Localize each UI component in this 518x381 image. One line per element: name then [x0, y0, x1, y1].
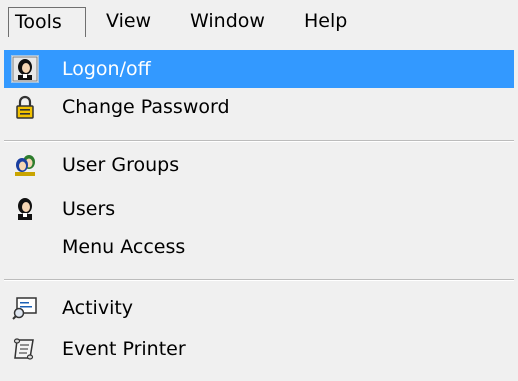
menu-tools[interactable]: Tools	[8, 7, 86, 37]
activity-monitor-icon	[12, 295, 38, 321]
menu-item-event-printer[interactable]: Event Printer	[4, 330, 514, 368]
menu-view-label: View	[106, 10, 152, 32]
menu-item-logon-off[interactable]: Logon/off	[4, 50, 514, 88]
menu-item-menu-access[interactable]: Menu Access	[4, 228, 514, 266]
tools-dropdown-menu: Logon/off Change Password User Groups Us…	[0, 40, 518, 381]
menu-bar: Tools View Window Help	[0, 0, 518, 40]
menu-help-label: Help	[304, 10, 348, 32]
menu-item-label: Activity	[62, 297, 134, 319]
scroll-icon	[12, 336, 38, 362]
menu-window-label: Window	[190, 10, 265, 32]
menu-help[interactable]: Help	[304, 7, 347, 37]
menu-view[interactable]: View	[106, 7, 151, 37]
menu-item-change-password[interactable]: Change Password	[4, 88, 514, 126]
menu-item-label: User Groups	[62, 154, 180, 176]
menu-item-users[interactable]: Users	[4, 190, 514, 228]
menu-window[interactable]: Window	[190, 7, 265, 37]
padlock-icon	[12, 94, 38, 120]
menu-separator	[4, 140, 514, 142]
menu-separator	[4, 279, 514, 281]
logon-icon	[11, 55, 39, 83]
menu-item-label: Logon/off	[62, 58, 151, 80]
menu-item-activity[interactable]: Activity	[4, 289, 514, 327]
menu-item-label: Change Password	[62, 96, 230, 118]
menu-tools-label: Tools	[15, 11, 62, 33]
menu-item-label: Users	[62, 198, 116, 220]
user-icon	[12, 196, 38, 222]
menu-item-label: Menu Access	[62, 236, 186, 258]
user-group-icon	[12, 152, 38, 178]
menu-item-label: Event Printer	[62, 338, 186, 360]
menu-item-user-groups[interactable]: User Groups	[4, 146, 514, 184]
